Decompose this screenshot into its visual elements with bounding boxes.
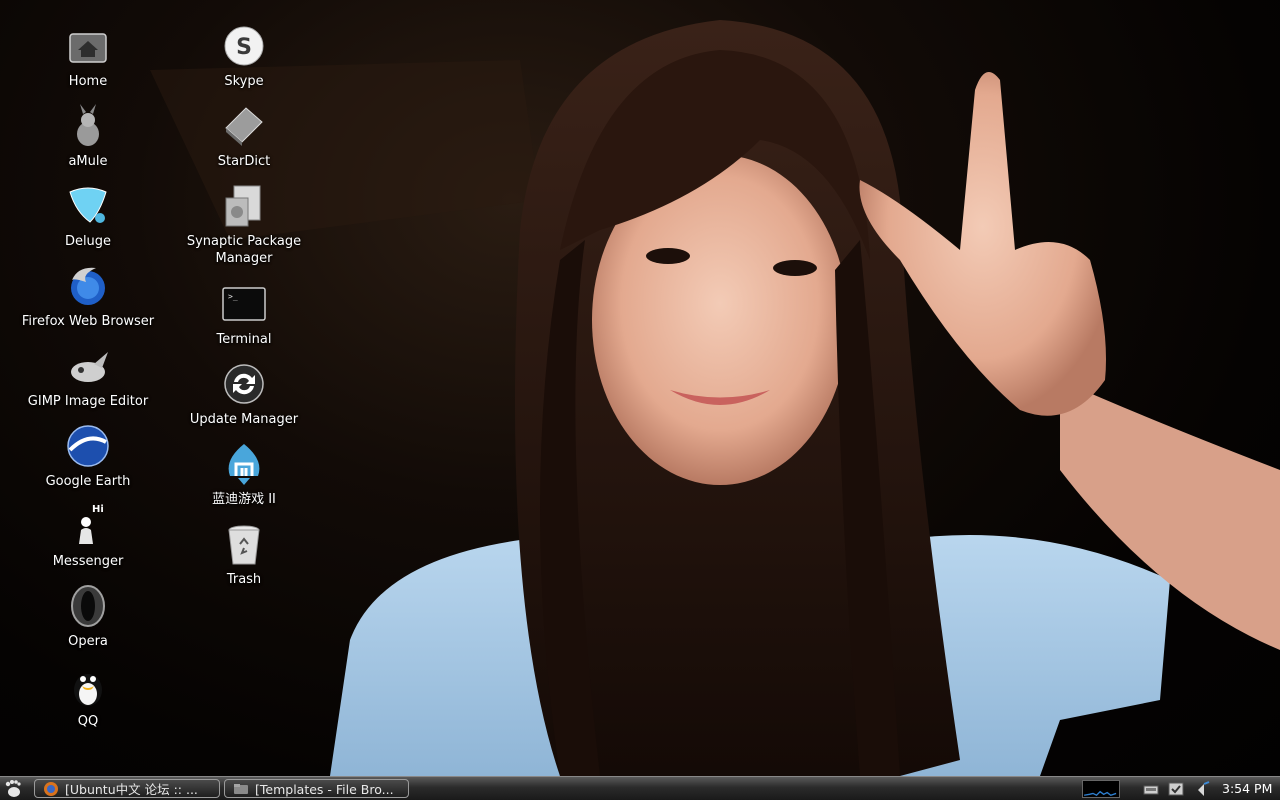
gnome-menu-button[interactable] — [2, 778, 24, 799]
messenger-icon: Hi — [64, 502, 112, 550]
desktop-icon-gimp[interactable]: GIMP Image Editor — [18, 342, 158, 422]
desktop-icon-stardict[interactable]: StarDict — [176, 102, 312, 182]
volume-icon[interactable] — [1192, 780, 1210, 798]
desktop-icon-deluge[interactable]: Deluge — [18, 182, 158, 262]
desktop-icon-google-earth[interactable]: Google Earth — [18, 422, 158, 502]
trash-icon — [220, 520, 268, 568]
firefox-icon — [64, 262, 112, 310]
updates-icon[interactable] — [1167, 780, 1185, 798]
desktop-icon-skype[interactable]: S Skype — [176, 22, 312, 102]
stardict-icon — [220, 102, 268, 150]
amule-icon — [64, 102, 112, 150]
taskbar-window-label: [Ubuntu中文 论坛 :: ... — [65, 782, 198, 797]
desktop-icon-amule[interactable]: aMule — [18, 102, 158, 182]
desktop-icon-opera[interactable]: Opera — [18, 582, 158, 662]
svg-text:S: S — [236, 35, 252, 60]
desktop-icons-column-1: Home aMule Deluge Firefox Web Browser GI… — [18, 22, 158, 742]
desktop-icons-column-2: S Skype StarDict Synaptic Package Manage… — [176, 22, 312, 600]
file-browser-icon — [234, 784, 248, 794]
desktop-icon-home[interactable]: Home — [18, 22, 158, 102]
gimp-icon — [64, 342, 112, 390]
desktop-icon-firefox[interactable]: Firefox Web Browser — [18, 262, 158, 342]
desktop-icon-synaptic[interactable]: Synaptic Package Manager — [176, 182, 312, 280]
taskbar-window-ubuntu-forum[interactable]: [Ubuntu中文 论坛 :: ... — [34, 779, 220, 798]
system-monitor-icon[interactable] — [1082, 780, 1120, 798]
desktop-icon-landi-games[interactable]: 蓝迪游戏 II — [176, 440, 312, 520]
gnome-foot-icon — [5, 780, 21, 797]
opera-icon — [64, 582, 112, 630]
terminal-icon: >_ — [220, 280, 268, 328]
deluge-icon — [64, 182, 112, 230]
taskbar: [Ubuntu中文 论坛 :: ... [Templates - File Br… — [0, 776, 1280, 800]
desktop-icon-terminal[interactable]: >_ Terminal — [176, 280, 312, 360]
skype-icon: S — [220, 22, 268, 70]
panel-clock[interactable]: 3:54 PM — [1222, 777, 1272, 800]
firefox-icon — [44, 782, 58, 796]
desktop: Home aMule Deluge Firefox Web Browser GI… — [0, 0, 1280, 800]
messenger-hi-badge: Hi — [92, 504, 104, 515]
taskbar-window-templates[interactable]: [Templates - File Bro... — [224, 779, 409, 798]
update-manager-icon — [220, 360, 268, 408]
svg-text:>_: >_ — [228, 292, 238, 301]
home-folder-icon — [64, 22, 112, 70]
desktop-icon-messenger[interactable]: Hi Messenger — [18, 502, 158, 582]
desktop-icon-trash[interactable]: Trash — [176, 520, 312, 600]
network-icon[interactable] — [1142, 780, 1160, 798]
synaptic-icon — [220, 182, 268, 230]
desktop-icon-qq[interactable]: QQ — [18, 662, 158, 742]
desktop-icon-update-manager[interactable]: Update Manager — [176, 360, 312, 440]
google-earth-icon — [64, 422, 112, 470]
taskbar-window-label: [Templates - File Bro... — [255, 782, 394, 797]
qq-penguin-icon — [64, 662, 112, 710]
landi-games-icon — [220, 440, 268, 488]
